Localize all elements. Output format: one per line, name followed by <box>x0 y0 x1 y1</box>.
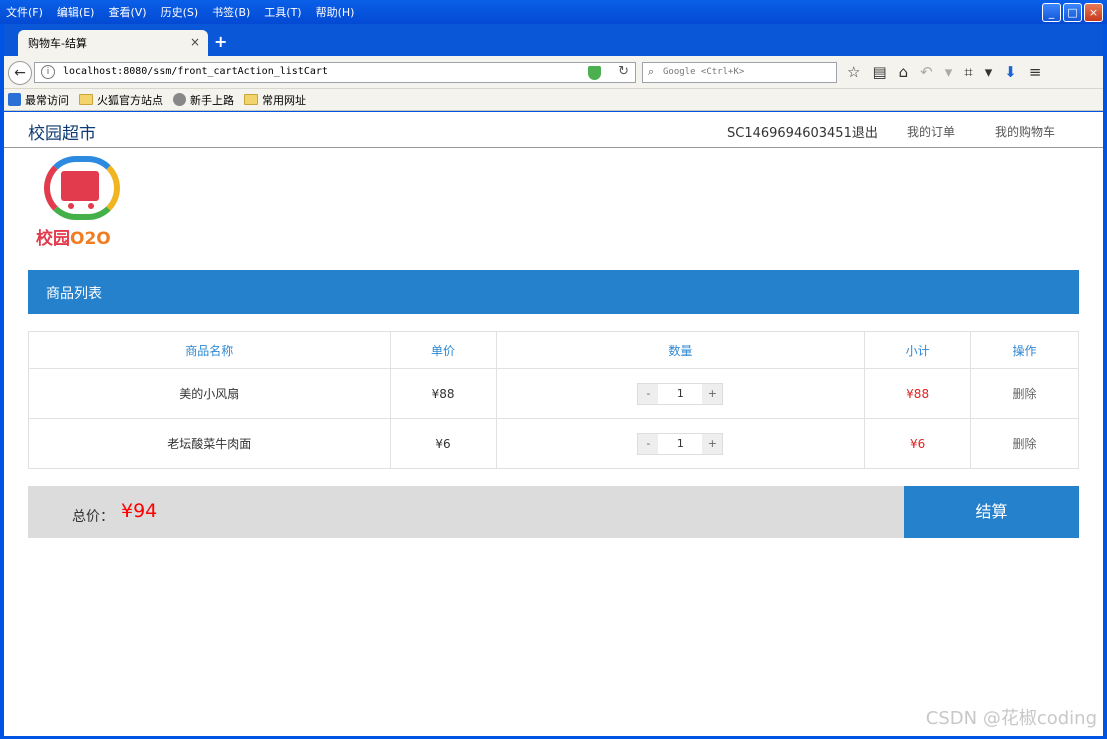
header-unit-price: 单价 <box>389 331 497 369</box>
quantity-stepper: - + <box>637 432 724 455</box>
search-icon: ⌕ <box>648 65 655 78</box>
table-row: 美的小风扇 ¥88 - + ¥88 删除 <box>28 368 1079 419</box>
bookmark-most-visited[interactable]: 最常访问 <box>8 92 69 108</box>
cart-table: 商品名称 单价 数量 小计 操作 美的小风扇 ¥88 - + <box>28 331 1079 469</box>
decrement-button[interactable]: - <box>638 433 659 454</box>
decrement-button[interactable]: - <box>638 383 659 404</box>
bookmark-label: 最常访问 <box>25 93 69 107</box>
total-value: ¥94 <box>121 500 158 522</box>
tab-title: 购物车-结算 <box>28 37 87 50</box>
shield-icon[interactable] <box>588 66 601 80</box>
search-placeholder: Google <Ctrl+K> <box>663 67 745 77</box>
quantity-cell: - + <box>495 418 866 469</box>
header-action: 操作 <box>970 331 1079 369</box>
bookmark-firefox-site[interactable]: 火狐官方站点 <box>79 92 163 108</box>
download-icon[interactable]: ⬇ <box>1004 63 1017 81</box>
crop-dropdown-icon[interactable]: ▾ <box>985 63 993 81</box>
user-id: SC1469694603451 <box>727 126 852 141</box>
quantity-input[interactable] <box>658 383 703 404</box>
crop-icon[interactable]: ⌗ <box>964 63 972 81</box>
menu-edit[interactable]: 编辑(E) <box>57 4 95 20</box>
new-tab-icon[interactable]: + <box>214 32 227 51</box>
reload-icon[interactable]: ↻ <box>618 64 629 79</box>
logo-text-cn: 校园 <box>36 229 70 249</box>
subtotal: ¥88 <box>864 368 972 419</box>
quantity-stepper: - + <box>637 382 724 405</box>
back-arrow-icon[interactable]: ← <box>8 61 32 85</box>
menu-history[interactable]: 历史(S) <box>161 4 199 20</box>
bookmarks-bar: 最常访问 火狐官方站点 新手上路 常用网址 <box>4 89 1103 111</box>
tab-strip: 购物车-结算 × + <box>4 24 1103 56</box>
url-bar[interactable]: i localhost:8080/ssm/front_cartAction_li… <box>34 62 636 83</box>
table-header-row: 商品名称 单价 数量 小计 操作 <box>28 331 1079 369</box>
delete-link[interactable]: 删除 <box>970 418 1079 469</box>
menu-file[interactable]: 文件(F) <box>6 4 43 20</box>
minimize-icon[interactable]: _ <box>1042 3 1061 22</box>
quantity-input[interactable] <box>658 433 703 454</box>
tab-close-icon[interactable]: × <box>190 35 200 49</box>
product-name: 美的小风扇 <box>28 368 391 419</box>
checkout-button[interactable]: 结算 <box>904 486 1079 538</box>
total-label: 总价： <box>72 509 114 525</box>
site-logo[interactable]: 校园O2O <box>34 156 134 249</box>
table-row: 老坛酸菜牛肉面 ¥6 - + ¥6 删除 <box>28 418 1079 469</box>
menu-tools[interactable]: 工具(T) <box>264 4 301 20</box>
home-icon[interactable]: ⌂ <box>899 63 909 81</box>
info-icon[interactable]: i <box>41 65 55 79</box>
toolbar-icons: ☆ ▤ ⌂ ↶ ▾ ⌗ ▾ ⬇ ≡ <box>847 63 1041 81</box>
page-content: 校园超市 SC1469694603451退出 我的订单 我的购物车 校园O2O … <box>4 112 1103 736</box>
menu-hamburger-icon[interactable]: ≡ <box>1029 63 1042 81</box>
increment-button[interactable]: + <box>702 383 723 404</box>
folder-icon <box>79 94 93 105</box>
product-name: 老坛酸菜牛肉面 <box>28 418 391 469</box>
logo-text-o2o: O2O <box>70 229 111 249</box>
menu-bar: 文件(F) 编辑(E) 查看(V) 历史(S) 书签(B) 工具(T) 帮助(H… <box>6 4 354 20</box>
quantity-cell: - + <box>495 368 866 419</box>
reading-list-icon[interactable]: ▤ <box>872 63 886 81</box>
header-product-name: 商品名称 <box>28 331 391 369</box>
site-header: 校园超市 SC1469694603451退出 我的订单 我的购物车 <box>4 112 1103 148</box>
folder-icon <box>244 94 258 105</box>
menu-bookmarks[interactable]: 书签(B) <box>212 4 250 20</box>
bookmark-common-sites[interactable]: 常用网址 <box>244 92 306 108</box>
maximize-icon[interactable]: □ <box>1063 3 1082 22</box>
site-brand[interactable]: 校园超市 <box>28 119 96 144</box>
window-controls: _ □ × <box>1042 3 1103 22</box>
most-visited-icon <box>8 93 21 106</box>
user-info: SC1469694603451退出 <box>727 122 878 141</box>
shopping-cart-icon <box>61 171 99 201</box>
search-bar[interactable]: ⌕ Google <Ctrl+K> <box>642 62 837 83</box>
total-bar: 总价： ¥94 结算 <box>28 486 1079 538</box>
undo-icon[interactable]: ↶ <box>920 63 933 81</box>
bookmark-label: 新手上路 <box>190 93 234 107</box>
header-quantity: 数量 <box>495 331 866 369</box>
tab-cart-checkout[interactable]: 购物车-结算 × <box>18 30 208 56</box>
browser-window: 文件(F) 编辑(E) 查看(V) 历史(S) 书签(B) 工具(T) 帮助(H… <box>0 0 1107 739</box>
bookmark-label: 火狐官方站点 <box>97 93 163 107</box>
bookmark-star-icon[interactable]: ☆ <box>847 63 860 81</box>
nav-my-cart[interactable]: 我的购物车 <box>995 123 1055 140</box>
globe-icon <box>173 93 186 106</box>
url-text[interactable]: localhost:8080/ssm/front_cartAction_list… <box>63 66 328 77</box>
increment-button[interactable]: + <box>702 433 723 454</box>
bookmark-label: 常用网址 <box>262 93 306 107</box>
close-icon[interactable]: × <box>1084 3 1103 22</box>
subtotal: ¥6 <box>864 418 972 469</box>
undo-dropdown-icon[interactable]: ▾ <box>945 63 953 81</box>
unit-price: ¥6 <box>389 418 497 469</box>
delete-link[interactable]: 删除 <box>970 368 1079 419</box>
logo-text: 校园O2O <box>36 224 111 249</box>
title-bar: 文件(F) 编辑(E) 查看(V) 历史(S) 书签(B) 工具(T) 帮助(H… <box>0 0 1107 24</box>
menu-help[interactable]: 帮助(H) <box>316 4 355 20</box>
nav-my-orders[interactable]: 我的订单 <box>907 123 955 140</box>
bookmark-getting-started[interactable]: 新手上路 <box>173 92 234 108</box>
navigation-toolbar: ← i localhost:8080/ssm/front_cartAction_… <box>4 56 1103 89</box>
menu-view[interactable]: 查看(V) <box>108 4 146 20</box>
watermark: CSDN @花椒coding <box>925 708 1097 729</box>
logout-link[interactable]: 退出 <box>852 126 878 141</box>
unit-price: ¥88 <box>389 368 497 419</box>
section-title: 商品列表 <box>28 270 1079 314</box>
header-subtotal: 小计 <box>864 331 972 369</box>
cart-wheels <box>66 203 96 209</box>
